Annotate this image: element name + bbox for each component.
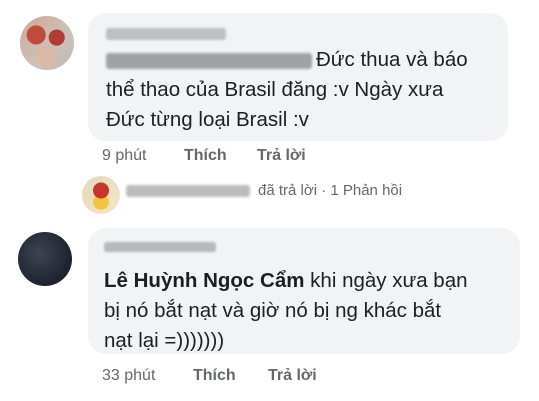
reply-button[interactable]: Trả lời xyxy=(257,147,306,164)
author-name-blurred[interactable] xyxy=(104,242,216,252)
replies-summary[interactable]: đã trả lời · 1 Phản hồi xyxy=(258,182,402,199)
tagged-name[interactable]: Lê Huỳnh Ngọc Cẩm xyxy=(104,269,304,292)
author-name-blurred[interactable] xyxy=(106,28,226,40)
replier-name-blurred[interactable] xyxy=(126,185,250,197)
comment-time[interactable]: 9 phút xyxy=(102,147,146,165)
like-button[interactable]: Thích xyxy=(184,147,227,164)
avatar[interactable] xyxy=(20,16,74,70)
reply-button[interactable]: Trả lời xyxy=(268,367,317,384)
comment-text-line: thể thao của Brasil đăng :v Ngày xưa xyxy=(106,78,444,101)
reply-avatar[interactable] xyxy=(82,176,120,214)
comment-text-line: nạt lại =))))))) xyxy=(104,329,225,352)
comment-text-blurred xyxy=(106,53,312,69)
avatar[interactable] xyxy=(18,232,72,286)
comment-text-line: Đức thua và báo xyxy=(316,48,468,71)
like-button[interactable]: Thích xyxy=(193,367,236,384)
comment-time[interactable]: 33 phút xyxy=(102,367,155,385)
comment-text-line: Đức từng loại Brasil :v xyxy=(106,108,309,131)
comment-text-line: khi ngày xưa bạn xyxy=(310,269,468,292)
comment-text-line: bị nó bắt nạt và giờ nó bị ng khác bắt xyxy=(104,299,442,322)
